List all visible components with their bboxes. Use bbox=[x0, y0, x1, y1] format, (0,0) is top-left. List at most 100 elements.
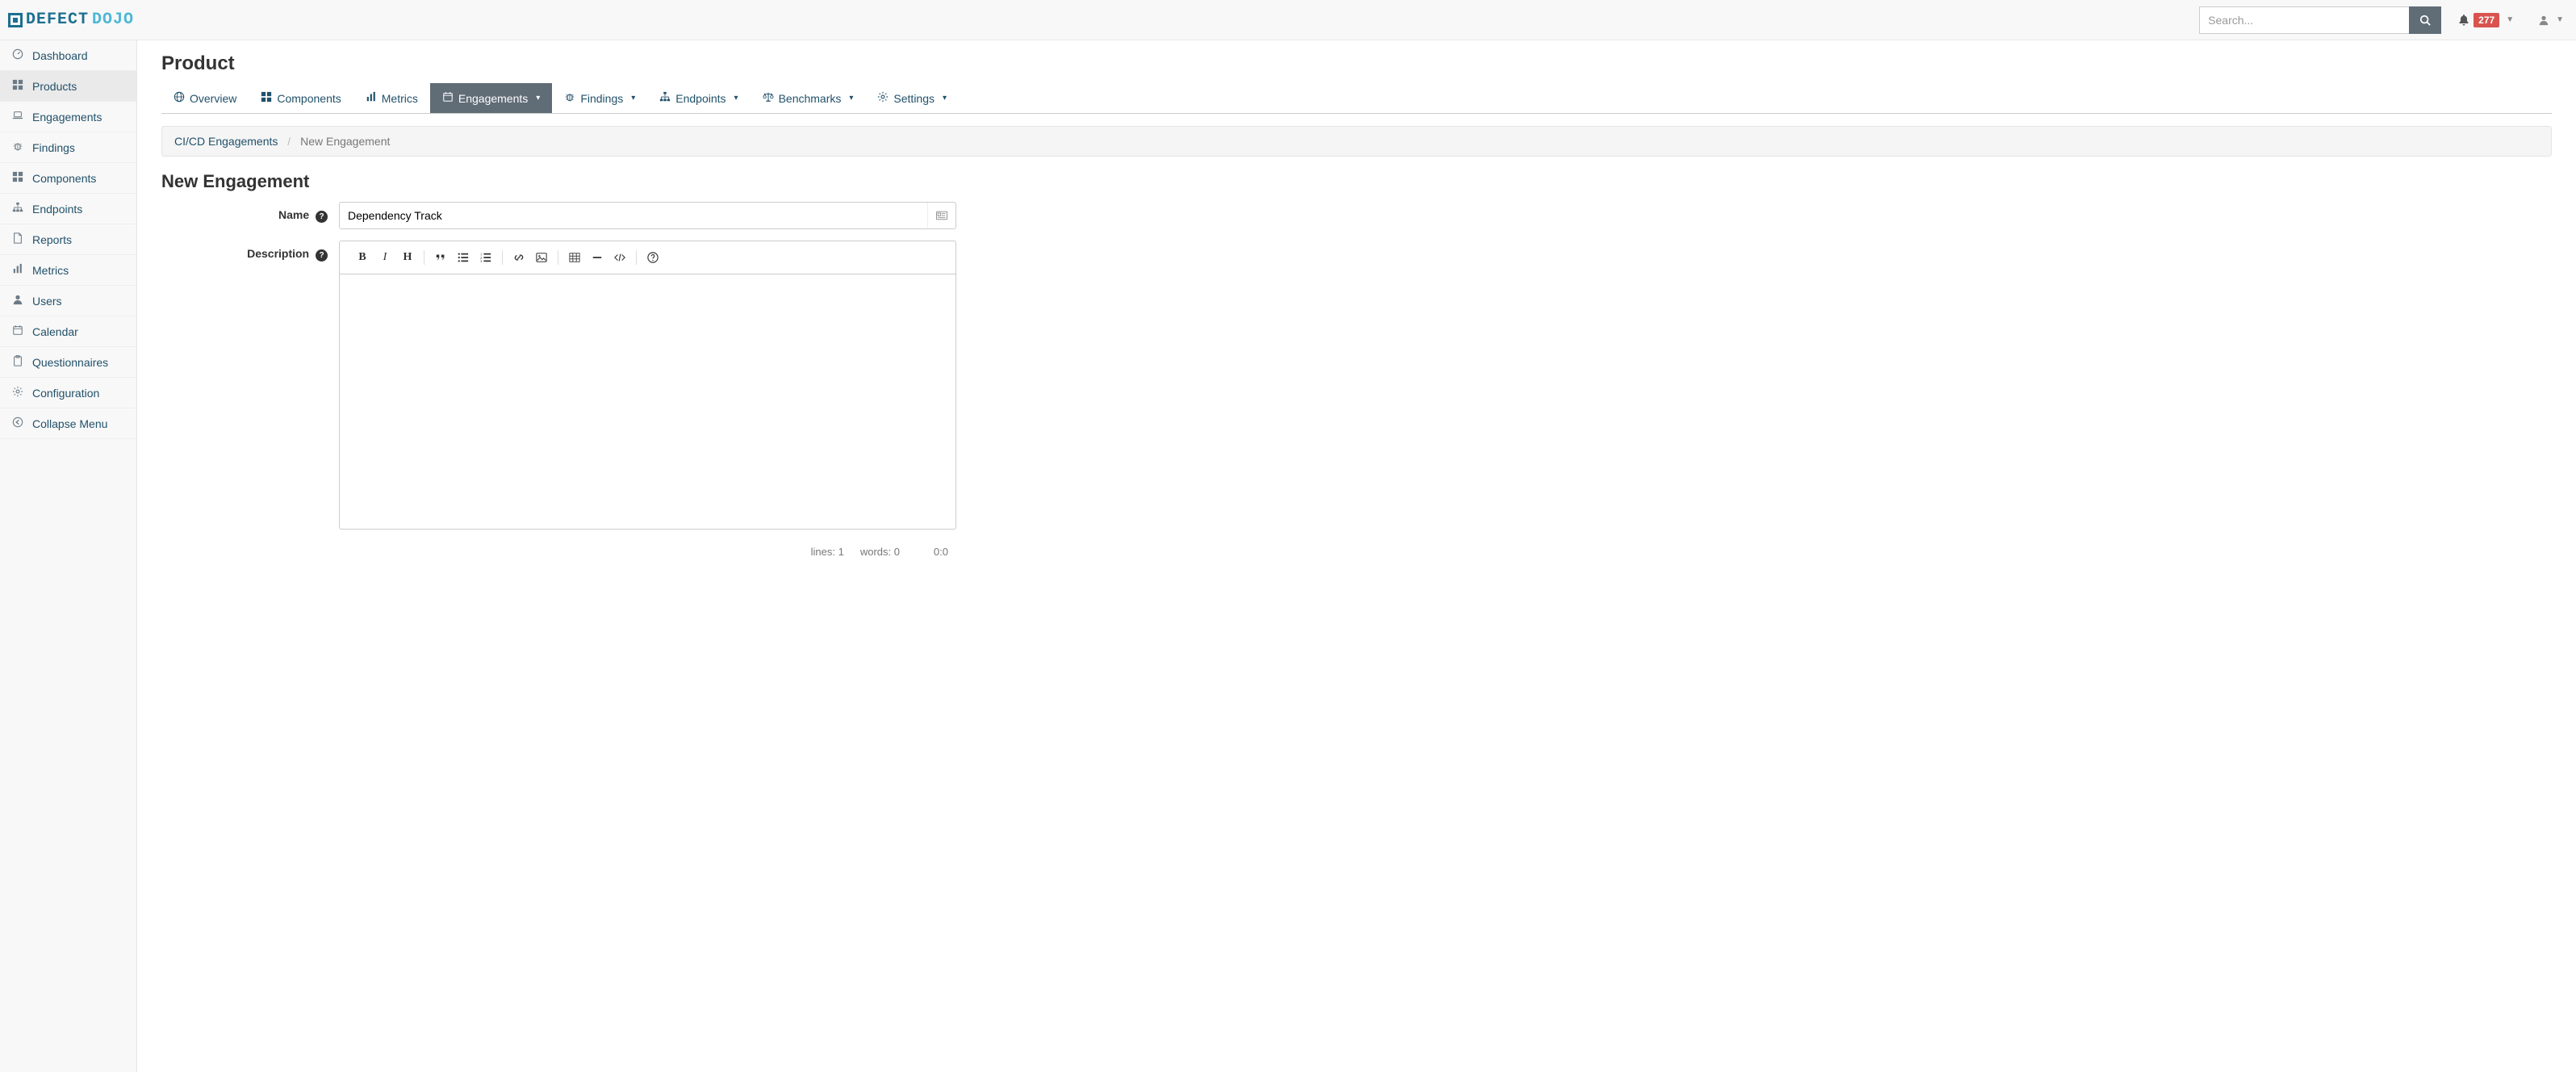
calendar-icon bbox=[442, 91, 454, 105]
tab-findings[interactable]: Findings ▾ bbox=[552, 83, 647, 113]
chevron-down-icon: ▾ bbox=[734, 94, 738, 103]
tab-label: Components bbox=[277, 92, 341, 105]
horizontal-rule-button[interactable] bbox=[586, 246, 608, 269]
sidebar-item-engagements[interactable]: Engagements bbox=[0, 102, 136, 132]
gear-icon bbox=[877, 91, 889, 105]
globe-icon bbox=[174, 91, 185, 105]
editor-cursor: 0:0 bbox=[916, 546, 948, 558]
sidebar-item-label: Dashboard bbox=[32, 49, 88, 62]
ordered-list-button[interactable]: 123 bbox=[475, 246, 497, 269]
help-icon[interactable]: ? bbox=[316, 211, 328, 223]
user-icon bbox=[11, 294, 24, 308]
name-input[interactable] bbox=[340, 203, 927, 228]
collapse-icon bbox=[11, 417, 24, 430]
tab-benchmarks[interactable]: Benchmarks▾ bbox=[751, 83, 866, 113]
editor-toolbar: B I H 12 bbox=[340, 241, 956, 274]
laptop-icon bbox=[11, 110, 24, 124]
chevron-down-icon: ▾ bbox=[536, 94, 540, 103]
editor-words: words: 0 bbox=[860, 546, 900, 558]
editor-help-button[interactable] bbox=[642, 246, 664, 269]
dashboard-icon bbox=[11, 48, 24, 62]
calendar-icon bbox=[11, 325, 24, 338]
search-input[interactable] bbox=[2199, 6, 2409, 34]
file-icon bbox=[11, 232, 24, 246]
heading-button[interactable]: H bbox=[396, 246, 419, 269]
sitemap-icon bbox=[659, 91, 671, 105]
bell-icon bbox=[2457, 14, 2470, 27]
unordered-list-button[interactable] bbox=[452, 246, 475, 269]
user-icon bbox=[2538, 15, 2549, 26]
name-label: Name ? bbox=[161, 202, 339, 223]
breadcrumb-sep: / bbox=[287, 135, 291, 148]
card-icon[interactable] bbox=[927, 203, 956, 228]
sidebar-item-label: Products bbox=[32, 80, 77, 93]
help-icon[interactable]: ? bbox=[316, 249, 328, 262]
sidebar-item-questionnaires[interactable]: Questionnaires bbox=[0, 347, 136, 378]
section-title: New Engagement bbox=[161, 171, 2552, 192]
gear-icon bbox=[11, 386, 24, 400]
tab-metrics[interactable]: Metrics bbox=[353, 83, 430, 113]
tab-components[interactable]: Components bbox=[249, 83, 353, 113]
sidebar-item-label: Endpoints bbox=[32, 203, 82, 216]
bug-icon bbox=[11, 140, 24, 154]
sidebar-item-label: Questionnaires bbox=[32, 356, 108, 369]
sidebar-item-label: Reports bbox=[32, 233, 72, 246]
bug-icon bbox=[564, 91, 575, 105]
sidebar-item-users[interactable]: Users bbox=[0, 286, 136, 316]
sidebar-item-products[interactable]: Products bbox=[0, 71, 136, 102]
sidebar-item-label: Components bbox=[32, 172, 96, 185]
sidebar-item-components[interactable]: Components bbox=[0, 163, 136, 194]
chevron-down-icon: ▾ bbox=[943, 94, 947, 103]
sidebar-item-dashboard[interactable]: Dashboard bbox=[0, 40, 136, 71]
sidebar-item-label: Collapse Menu bbox=[32, 417, 107, 430]
editor-lines: lines: 1 bbox=[811, 546, 844, 558]
tab-label: Metrics bbox=[382, 92, 418, 105]
clipboard-icon bbox=[11, 355, 24, 369]
logo[interactable]: DEFECT DOJO bbox=[8, 10, 134, 29]
breadcrumb-parent[interactable]: CI/CD Engagements bbox=[174, 135, 278, 148]
code-button[interactable] bbox=[608, 246, 631, 269]
name-input-group bbox=[339, 202, 956, 229]
italic-button[interactable]: I bbox=[374, 246, 396, 269]
breadcrumb-current: New Engagement bbox=[300, 135, 390, 148]
sidebar-item-reports[interactable]: Reports bbox=[0, 224, 136, 255]
sidebar-item-collapse-menu[interactable]: Collapse Menu bbox=[0, 408, 136, 439]
tab-engagements[interactable]: Engagements▾ bbox=[430, 83, 552, 113]
search-icon bbox=[2419, 15, 2431, 26]
quote-button[interactable] bbox=[429, 246, 452, 269]
description-editor: B I H 12 bbox=[339, 241, 956, 530]
sidebar-item-configuration[interactable]: Configuration bbox=[0, 378, 136, 408]
table-button[interactable] bbox=[563, 246, 586, 269]
sidebar-item-label: Metrics bbox=[32, 264, 69, 277]
tab-overview[interactable]: Overview bbox=[161, 83, 249, 113]
image-button[interactable] bbox=[530, 246, 553, 269]
bold-button[interactable]: B bbox=[351, 246, 374, 269]
chevron-down-icon: ▾ bbox=[631, 94, 635, 103]
logo-text-2: DOJO bbox=[92, 10, 134, 29]
sidebar-item-metrics[interactable]: Metrics bbox=[0, 255, 136, 286]
sidebar-item-findings[interactable]: Findings bbox=[0, 132, 136, 163]
sidebar-item-endpoints[interactable]: Endpoints bbox=[0, 194, 136, 224]
tab-label: Overview bbox=[190, 92, 236, 105]
sidebar-item-label: Findings bbox=[32, 141, 75, 154]
sidebar: Dashboard Products Engagements Findings Comp… bbox=[0, 40, 137, 1072]
breadcrumb: CI/CD Engagements / New Engagement bbox=[161, 126, 2552, 157]
tab-settings[interactable]: Settings▾ bbox=[865, 83, 959, 113]
chevron-down-icon: ▼ bbox=[2556, 15, 2564, 24]
sitemap-icon bbox=[11, 202, 24, 216]
tab-label: Benchmarks bbox=[779, 92, 842, 105]
description-textarea[interactable] bbox=[340, 274, 956, 529]
sidebar-item-calendar[interactable]: Calendar bbox=[0, 316, 136, 347]
sidebar-item-label: Calendar bbox=[32, 325, 78, 338]
search-box bbox=[2199, 6, 2441, 34]
user-menu[interactable]: ▼ bbox=[2538, 15, 2564, 26]
product-tabs: OverviewComponentsMetricsEngagements▾Fin… bbox=[161, 83, 2552, 114]
svg-text:3: 3 bbox=[480, 259, 483, 263]
search-button[interactable] bbox=[2409, 6, 2441, 34]
sidebar-item-label: Engagements bbox=[32, 111, 102, 124]
notifications-menu[interactable]: 277 ▼ bbox=[2457, 13, 2514, 27]
tab-endpoints[interactable]: Endpoints▾ bbox=[647, 83, 750, 113]
chart-icon bbox=[11, 263, 24, 277]
link-button[interactable] bbox=[508, 246, 530, 269]
tab-label: Findings bbox=[580, 92, 623, 105]
